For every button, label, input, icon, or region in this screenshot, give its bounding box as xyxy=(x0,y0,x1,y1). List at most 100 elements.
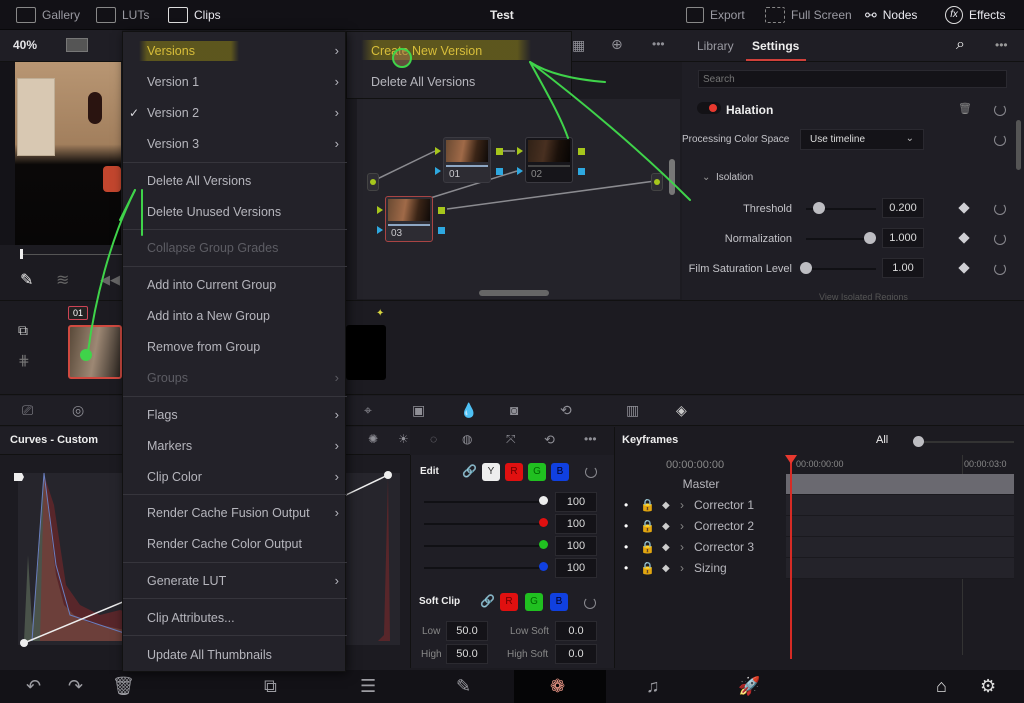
tab-library[interactable]: Library xyxy=(697,39,734,53)
high-value[interactable]: 50.0 xyxy=(446,644,488,664)
menu-item-clip-attributes[interactable]: Clip Attributes... xyxy=(123,602,347,633)
menu-item-delete-unused-versions[interactable]: Delete Unused Versions xyxy=(123,196,347,227)
redo-icon[interactable]: ↷ xyxy=(68,676,83,697)
keyframe-row-master[interactable]: Master xyxy=(616,474,786,495)
edit-page-icon[interactable]: ☰ xyxy=(360,676,376,697)
zoom-level[interactable]: 40% xyxy=(13,38,37,52)
fullscreen-button[interactable]: Full Screen xyxy=(765,0,852,30)
clip-thumbnail[interactable] xyxy=(68,325,122,379)
clips-button[interactable]: Clips xyxy=(168,0,221,30)
curve-point-black[interactable] xyxy=(20,639,28,647)
clips-view-icon[interactable]: ⧉ xyxy=(18,322,28,339)
reset-curves-icon[interactable]: ⟲ xyxy=(544,432,555,448)
cut-page-icon[interactable]: ⧉ xyxy=(264,676,277,697)
value-g[interactable]: 100 xyxy=(555,536,597,556)
deliver-page-icon[interactable]: 🚀 xyxy=(738,676,760,697)
home-icon[interactable]: ⌂ xyxy=(936,676,947,697)
normalization-knob[interactable] xyxy=(864,232,876,244)
viewer-scrubber[interactable] xyxy=(20,249,122,259)
more-curves-icon[interactable]: ••• xyxy=(584,432,597,446)
sizing-icon[interactable]: ⟲ xyxy=(560,402,572,419)
search-icon[interactable]: ⌕ xyxy=(956,36,965,54)
soft-clip-link-icon[interactable]: 🔗 xyxy=(480,594,495,608)
menu-item-render-cache-fusion[interactable]: Render Cache Fusion Output › xyxy=(123,497,347,528)
channel-g-button[interactable]: G xyxy=(528,463,546,481)
color-match-icon[interactable]: ◎ xyxy=(72,402,84,419)
eyedropper-icon[interactable]: ✎ xyxy=(20,270,33,290)
keyframes-icon[interactable]: ◈ xyxy=(676,402,687,419)
soft-clip-reset-icon[interactable] xyxy=(584,597,596,609)
qualifier-icon[interactable]: ⌖ xyxy=(364,402,372,419)
grid-icon[interactable]: ▦ xyxy=(572,37,585,54)
film-saturation-knob[interactable] xyxy=(800,262,812,274)
value-b[interactable]: 100 xyxy=(555,558,597,578)
tab-settings[interactable]: Settings xyxy=(752,39,799,53)
channel-y-button[interactable]: Y xyxy=(482,463,500,481)
low-soft-value[interactable]: 0.0 xyxy=(555,621,597,641)
effect-toggle[interactable] xyxy=(697,102,721,114)
menu-item-create-new-version[interactable]: Create New Version xyxy=(347,35,571,66)
keyframe-row[interactable]: • 🔒 ◆ › Corrector 3 xyxy=(616,537,786,558)
split-view-icon[interactable] xyxy=(66,38,88,52)
node-output[interactable] xyxy=(651,173,663,191)
menu-item-flags[interactable]: Flags › xyxy=(123,399,347,430)
clip-thumbnail-2[interactable] xyxy=(346,325,386,380)
keyframe-row[interactable]: • 🔒 ◆ › Corrector 1 xyxy=(616,495,786,516)
menu-item-update-all-thumbnails[interactable]: Update All Thumbnails xyxy=(123,639,347,670)
menu-item-versions[interactable]: Versions › xyxy=(123,35,347,66)
rewind-icon[interactable]: ◀◀ xyxy=(100,272,120,288)
menu-item-render-cache-color[interactable]: Render Cache Color Output xyxy=(123,528,347,559)
menu-item-groups[interactable]: Groups › xyxy=(123,362,347,393)
playhead-handle[interactable] xyxy=(20,249,23,259)
undo-icon[interactable]: ↶ xyxy=(26,676,41,697)
node-input[interactable] xyxy=(367,173,379,191)
threshold-value[interactable]: 0.200 xyxy=(882,198,924,218)
high-soft-value[interactable]: 0.0 xyxy=(555,644,597,664)
timeline-icon[interactable]: ⋕ xyxy=(18,352,30,369)
threshold-keyframe-icon[interactable] xyxy=(958,202,970,214)
node-graph[interactable]: 01 02 03 xyxy=(357,99,680,299)
channel-b-button[interactable]: B xyxy=(551,463,569,481)
nodes-button[interactable]: ⚯ Nodes xyxy=(865,0,917,30)
keyframes-filter-dropdown[interactable]: All xyxy=(876,434,888,446)
keyframes-zoom-slider[interactable] xyxy=(918,441,1014,443)
key-icon[interactable]: ◙ xyxy=(510,402,518,418)
menu-item-version-2[interactable]: ✓ Version 2 › xyxy=(123,97,347,128)
expand-icon[interactable]: ⤧ xyxy=(506,432,516,447)
hue-icon[interactable]: ☀ xyxy=(398,432,409,446)
layers-icon[interactable]: ≋ xyxy=(56,270,69,290)
soft-clip-b-button[interactable]: B xyxy=(550,593,568,611)
slider-y[interactable] xyxy=(424,501,544,503)
menu-item-markers[interactable]: Markers › xyxy=(123,430,347,461)
node-scrollbar[interactable] xyxy=(669,159,675,195)
slider-r[interactable] xyxy=(424,523,544,525)
node-01[interactable]: 01 xyxy=(443,137,491,183)
curve-point-white[interactable] xyxy=(384,471,392,479)
color-page-icon[interactable]: ❁ xyxy=(550,676,565,697)
menu-item-generate-lut[interactable]: Generate LUT › xyxy=(123,565,347,596)
delete-effect-icon[interactable]: 🗑 xyxy=(958,102,972,115)
menu-item-clip-color[interactable]: Clip Color › xyxy=(123,461,347,492)
effects-button[interactable]: fx Effects xyxy=(945,0,1005,30)
lum-icon[interactable]: ◍ xyxy=(462,432,472,446)
gallery-button[interactable]: Gallery xyxy=(16,0,80,30)
window-icon[interactable]: ▣ xyxy=(412,402,425,419)
scopes-icon[interactable]: ▥ xyxy=(626,402,639,419)
link-icon[interactable]: 🔗 xyxy=(462,464,477,478)
menu-item-remove-from-group[interactable]: Remove from Group xyxy=(123,331,347,362)
menu-item-delete-all-versions[interactable]: Delete All Versions xyxy=(123,165,347,196)
value-y[interactable]: 100 xyxy=(555,492,597,512)
add-node-icon[interactable]: ⊕ xyxy=(611,36,623,53)
low-value[interactable]: 50.0 xyxy=(446,621,488,641)
isolation-section[interactable]: ⌄ Isolation xyxy=(702,172,753,183)
blur-icon[interactable]: 💧 xyxy=(460,402,477,419)
export-button[interactable]: Export xyxy=(686,0,745,30)
curve-handle[interactable] xyxy=(14,473,24,481)
node-02[interactable]: 02 xyxy=(525,137,573,183)
keyframe-row[interactable]: • 🔒 ◆ › Corrector 2 xyxy=(616,516,786,537)
settings-gear-icon[interactable]: ⚙ xyxy=(980,676,996,697)
fusion-page-icon[interactable]: ✎ xyxy=(456,676,471,697)
menu-item-add-into-current-group[interactable]: Add into Current Group xyxy=(123,269,347,300)
menu-item-delete-all-versions-sub[interactable]: Delete All Versions xyxy=(347,66,571,97)
node-03[interactable]: 03 xyxy=(385,196,433,242)
